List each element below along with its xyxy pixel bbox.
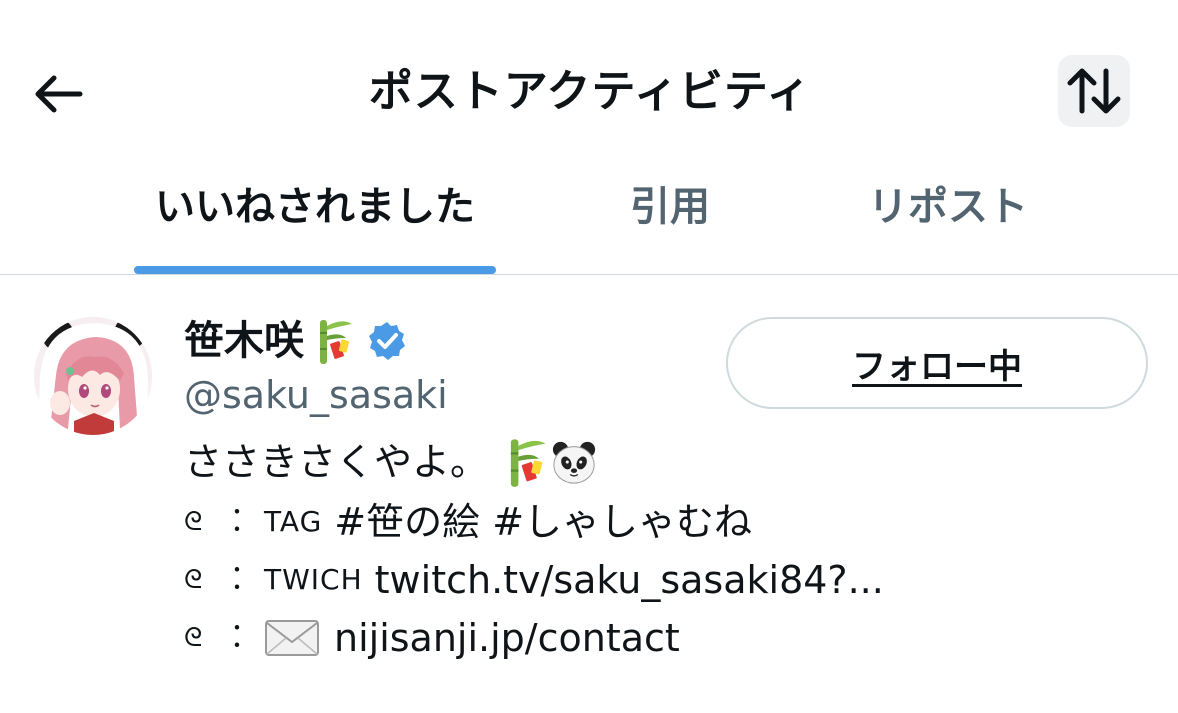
bio-bullet: ᘓ — [184, 623, 203, 653]
bio-bullet: ᘓ — [184, 507, 203, 537]
tab-bar: いいねされました 引用 リポスト — [0, 170, 1178, 275]
bio-twitch-link[interactable]: twitch.tv/saku_sasaki84?... — [375, 551, 884, 609]
tab-liked[interactable]: いいねされました — [134, 182, 496, 274]
tab-quotes-label: 引用 — [630, 184, 710, 230]
bio-line-2: ᘓ ︰ TAG #笹の絵 #しゃしゃむね — [184, 493, 1144, 551]
bio-twitch-label: TWICH — [264, 563, 363, 596]
tab-reposts-label: リポスト — [868, 184, 1028, 230]
bio-colon: ︰ — [220, 560, 254, 600]
arrow-left-icon — [35, 75, 83, 113]
panda-icon — [552, 441, 596, 484]
sort-button[interactable] — [1058, 55, 1130, 127]
bamboo-tanabata-icon — [510, 439, 546, 487]
page-title: ポストアクティビティ — [368, 66, 812, 117]
tab-liked-label: いいねされました — [155, 184, 475, 230]
user-handle[interactable]: @saku_sasaki — [184, 371, 448, 419]
envelope-icon — [265, 620, 319, 656]
user-display-name[interactable]: 笹木咲 — [184, 315, 408, 367]
header-bar: ポストアクティビティ — [0, 0, 1178, 160]
bio-line-3: ᘓ ︰ TWICH twitch.tv/saku_sasaki84?... — [184, 551, 1144, 609]
tab-quotes[interactable]: 引用 — [580, 182, 760, 274]
bio-hashtags[interactable]: #笹の絵 #しゃしゃむね — [334, 493, 752, 551]
following-button[interactable]: フォロー中 — [726, 317, 1148, 409]
sort-arrows-icon — [1067, 68, 1121, 114]
bio-line-1-text: ささきさくやよ。 — [184, 440, 489, 484]
bio-line-1: ささきさくやよ。 — [184, 431, 1144, 493]
bamboo-tanabata-icon — [320, 320, 352, 364]
avatar[interactable] — [34, 317, 152, 435]
bio-colon: ︰ — [220, 502, 254, 542]
tab-reposts[interactable]: リポスト — [830, 182, 1066, 274]
user-bio: ささきさくやよ。 ᘓ ︰ TAG #笹の絵 #しゃしゃむね ᘓ ︰ TWICH … — [184, 431, 1144, 667]
user-name-text: 笹木咲 — [184, 318, 304, 364]
bio-contact-link[interactable]: nijisanji.jp/contact — [334, 609, 680, 667]
back-button[interactable] — [28, 66, 88, 122]
bio-line-4: ᘓ ︰ nijisanji.jp/contact — [184, 609, 1144, 667]
bio-tag-label: TAG — [264, 505, 323, 538]
bio-bullet: ᘓ — [184, 565, 203, 595]
active-tab-indicator — [134, 266, 496, 274]
avatar-image — [34, 317, 152, 435]
verified-badge-icon — [369, 322, 405, 360]
user-list-item[interactable]: 笹木咲 @saku_sasaki フォロー中 ささきさくやよ。 ᘓ ︰ TAG … — [0, 275, 1178, 713]
bio-colon: ︰ — [220, 618, 254, 658]
